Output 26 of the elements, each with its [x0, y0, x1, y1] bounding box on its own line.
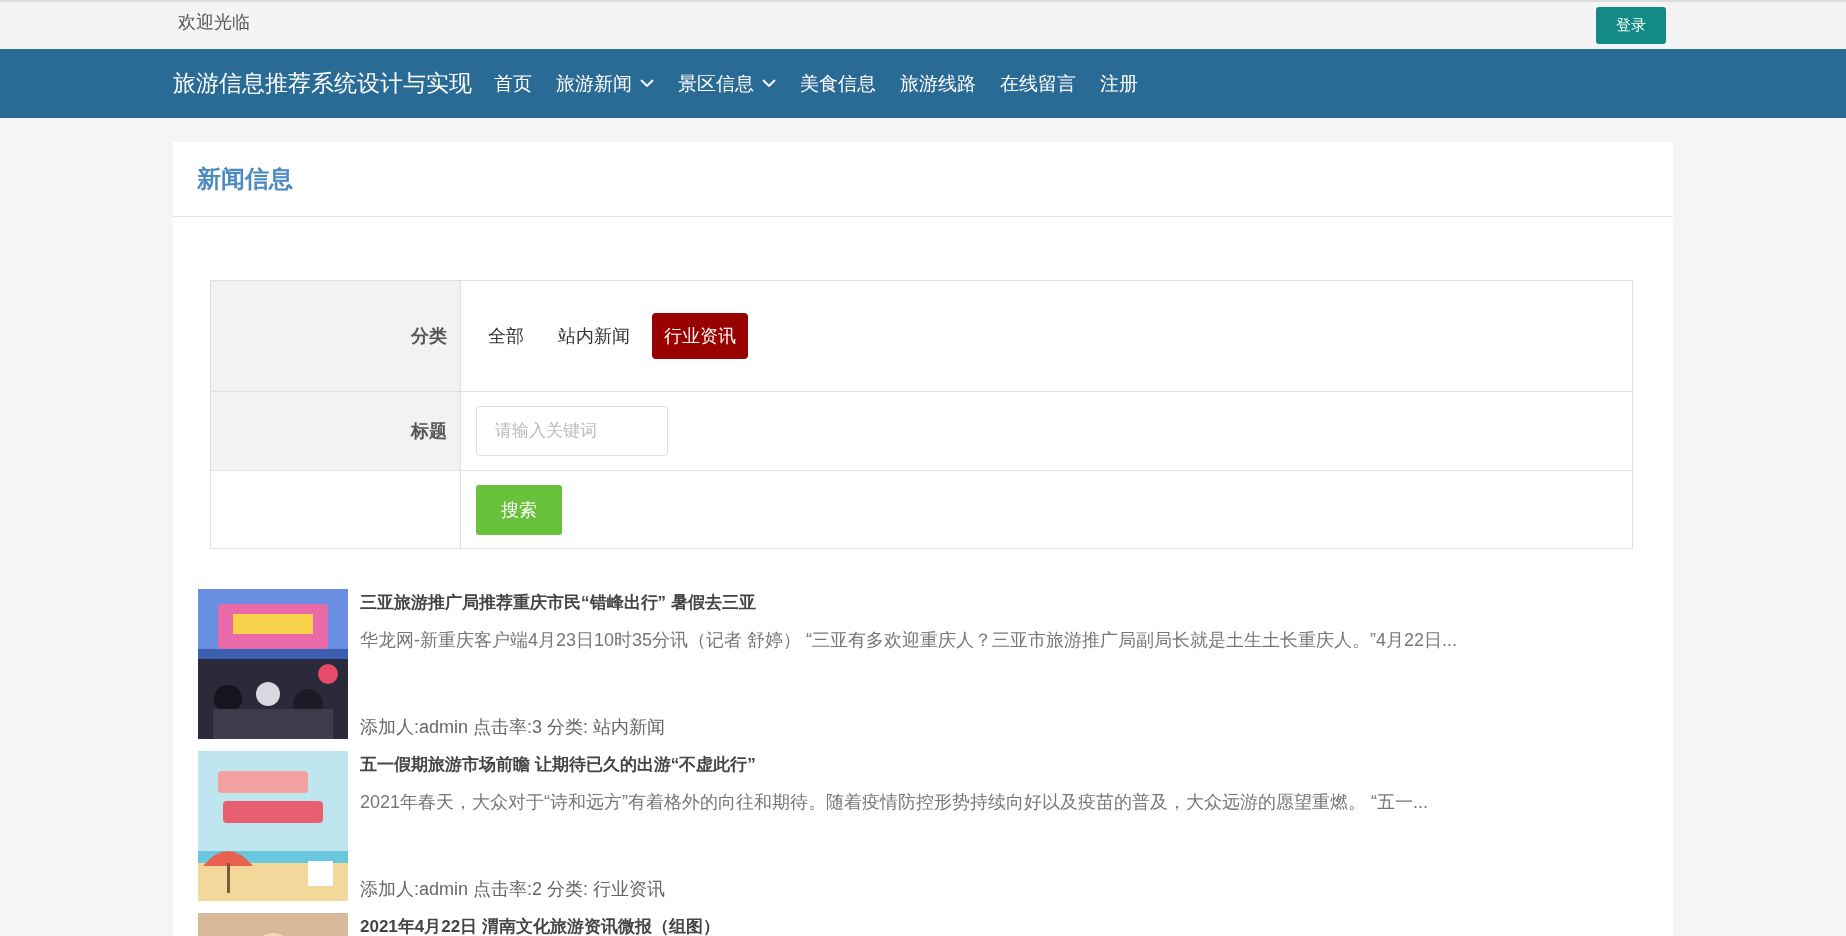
caret-icon [640, 79, 654, 88]
nav-link[interactable]: 美食信息 [788, 70, 888, 97]
news-title[interactable]: 2021年4月22日 渭南文化旅游资讯微报（组图） [360, 915, 720, 936]
nav-link[interactable]: 注册 [1088, 70, 1150, 97]
news-summary: 2021年春天，大众对于“诗和远方”有着格外的向往和期待。随着疫情防控形势持续向好以及疫苗的普及，大众远游的愿望重燃。 “五一... [360, 791, 1429, 814]
panel-title: 新闻信息 [197, 164, 293, 194]
news-meta: 添加人:admin 点击率:2 分类: 行业资讯 [360, 878, 667, 901]
category-label: 分类 [411, 325, 447, 348]
title-label: 标题 [411, 420, 447, 443]
nav-link[interactable]: 首页 [482, 70, 544, 97]
caret-icon [762, 79, 776, 88]
category-option[interactable]: 站内新闻 [546, 313, 642, 359]
news-meta: 添加人:admin 点击率:3 分类: 站内新闻 [360, 716, 667, 739]
nav-link[interactable]: 旅游线路 [888, 70, 988, 97]
news-title[interactable]: 五一假期旅游市场前瞻 让期待已久的出游“不虚此行” [360, 753, 1429, 776]
nav-link[interactable]: 在线留言 [988, 70, 1088, 97]
news-title[interactable]: 三亚旅游推广局推荐重庆市民“错峰出行” 暑假去三亚 [360, 591, 1458, 614]
nav-link[interactable]: 景区信息 [666, 70, 788, 97]
nav-link[interactable]: 旅游新闻 [544, 70, 666, 97]
news-summary: 华龙网-新重庆客户端4月23日10时35分讯（记者 舒婷） “三亚有多欢迎重庆人？三亚市旅游推广局副局长就是土生土长重庆人。”4月22日... [360, 629, 1458, 652]
category-option[interactable]: 行业资讯 [652, 313, 748, 359]
keyword-field[interactable]: 请输入关键词 [476, 406, 668, 456]
category-option[interactable]: 全部 [476, 313, 536, 359]
login-button[interactable]: 登录 [1596, 7, 1666, 44]
welcome-text: 欢迎光临 [178, 10, 250, 34]
site-title[interactable]: 旅游信息推荐系统设计与实现 [173, 68, 472, 99]
